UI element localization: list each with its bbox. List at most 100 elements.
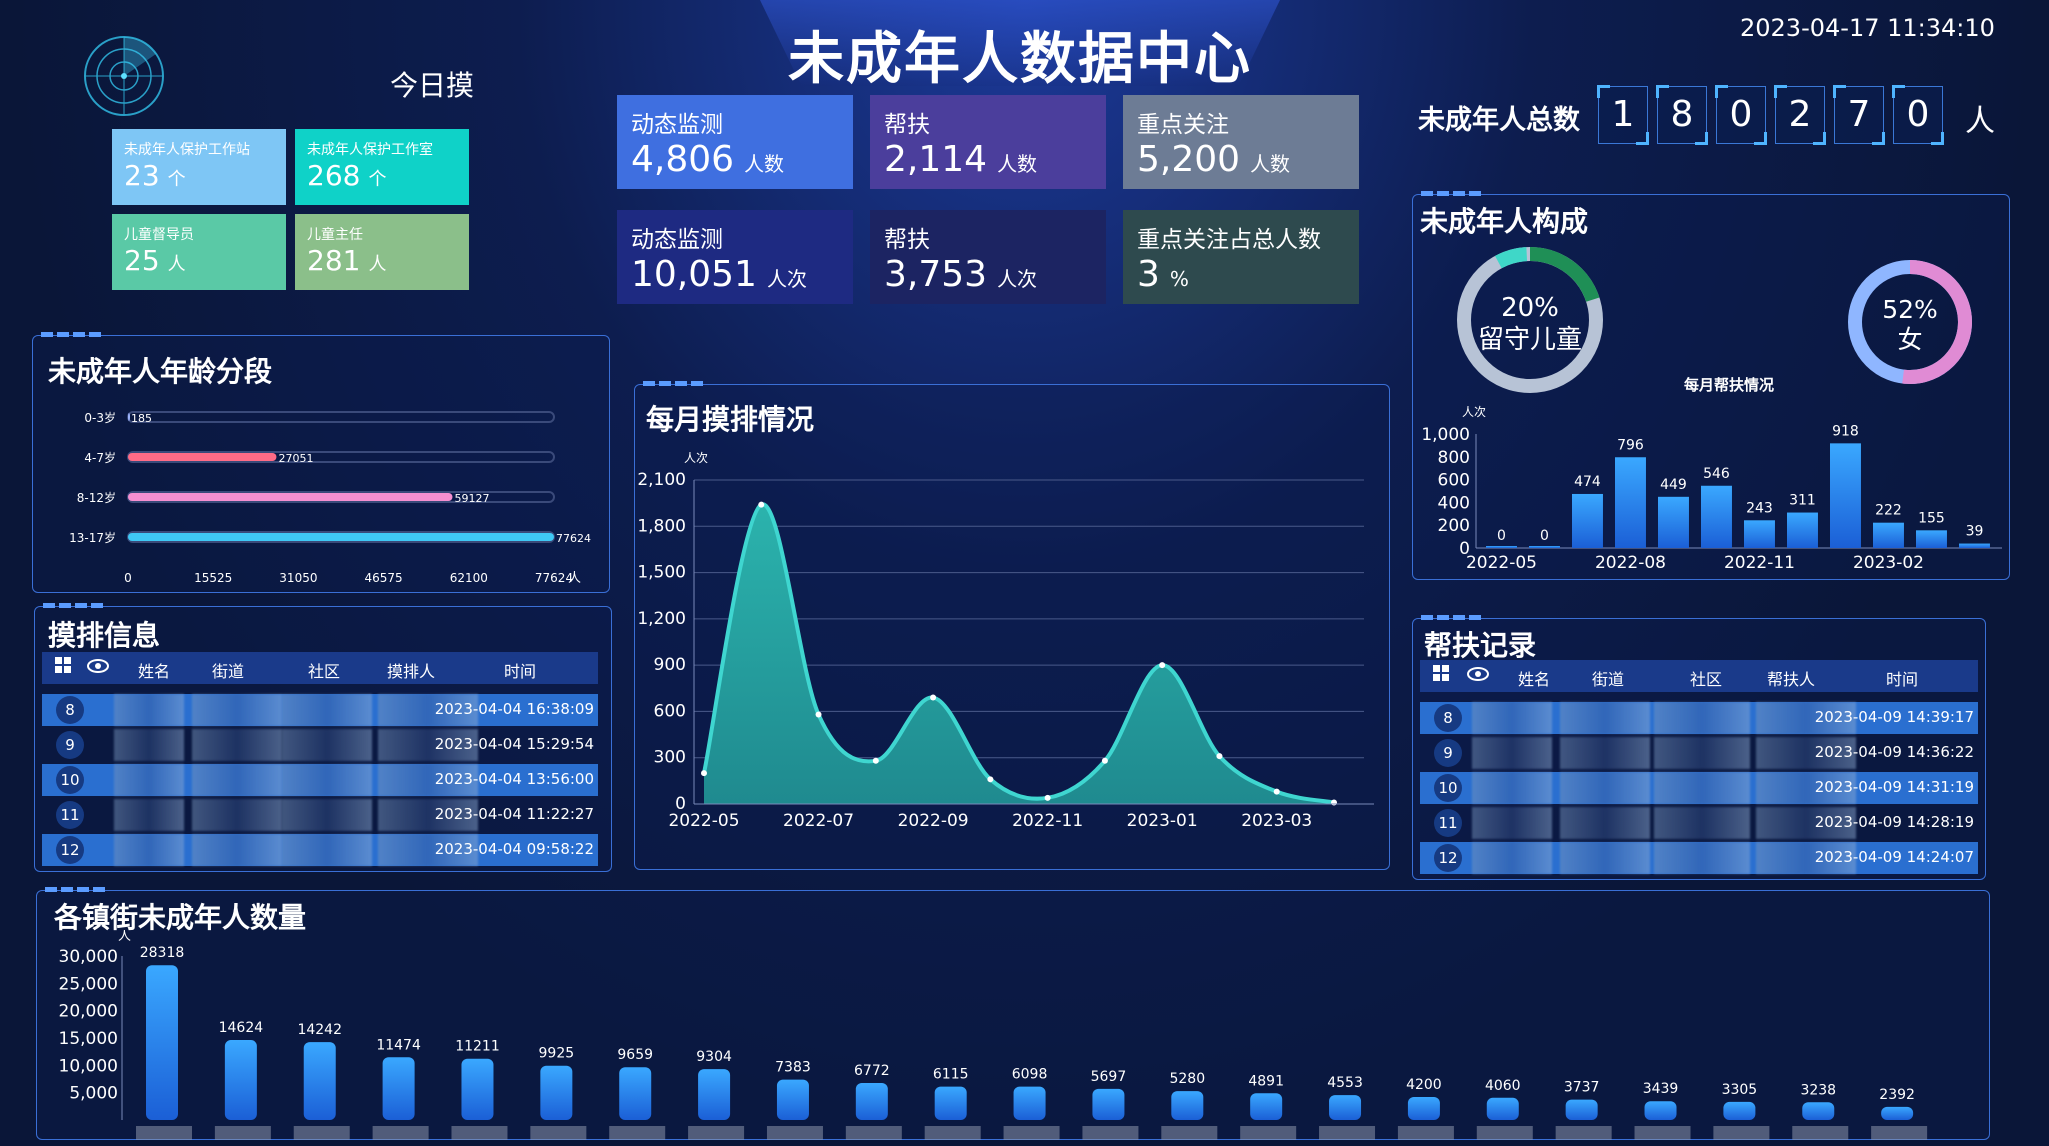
redacted-cell: [192, 729, 282, 761]
street-bar-label: 3238: [1800, 1082, 1836, 1098]
table-row[interactable]: 9 2023-04-09 14:36:22: [1420, 737, 1978, 769]
row-index: 9: [1434, 739, 1462, 767]
table-row[interactable]: 8 2023-04-04 16:38:09: [42, 694, 598, 726]
monthly-x-tick: 2023-03: [1241, 811, 1312, 831]
street-label-redacted: [214, 1126, 271, 1140]
street-y-tick: 15,000: [59, 1029, 118, 1049]
help-chart-unit: 人次: [1462, 405, 1486, 419]
help-bar-label: 155: [1918, 510, 1945, 526]
redacted-cell: [1560, 737, 1650, 769]
street-unit: 人: [118, 930, 131, 944]
monthly-x-tick: 2022-11: [1012, 811, 1083, 831]
help-bar-label: 222: [1875, 503, 1902, 519]
donut1-pct: 20%: [1501, 293, 1559, 323]
street-bar: [1250, 1093, 1283, 1120]
help-y-tick: 1,000: [1421, 425, 1470, 445]
street-bar: [382, 1057, 415, 1120]
help-x-tick: 2023-02: [1853, 553, 1924, 573]
row-index: 11: [1434, 809, 1462, 837]
table-row[interactable]: 9 2023-04-04 15:29:54: [42, 729, 598, 761]
redacted-cell: [114, 729, 184, 761]
total-digit: 1: [1597, 85, 1649, 145]
col-header[interactable]: 姓名: [138, 658, 170, 682]
street-bar-label: 11474: [376, 1037, 421, 1053]
street-bar: [1644, 1101, 1677, 1120]
redacted-cell: [1654, 772, 1750, 804]
help-chart-subtitle: 每月帮扶情况: [1684, 376, 1774, 394]
table-row[interactable]: 12 2023-04-04 09:58:22: [42, 834, 598, 866]
street-bar-label: 6772: [854, 1063, 890, 1079]
help-bar: [1959, 543, 1990, 548]
total-unit: 人: [1965, 104, 1995, 139]
row-index: 8: [1434, 704, 1462, 732]
street-bar-label: 4200: [1406, 1077, 1442, 1093]
table-row[interactable]: 12 2023-04-09 14:24:07: [1420, 842, 1978, 874]
age-unit: 人: [568, 571, 581, 586]
mopai-title: 摸排信息: [48, 619, 161, 652]
monthly-point: [1273, 788, 1280, 795]
redacted-cell: [114, 799, 184, 831]
help-bar-label: 39: [1966, 524, 1984, 540]
help-bar-label: 796: [1617, 437, 1644, 453]
street-bar-label: 6115: [933, 1067, 969, 1083]
redacted-cell: [192, 799, 282, 831]
grid-icon[interactable]: [1432, 664, 1450, 686]
mopai-table-header: 姓名 街道 社区 摸排人 时间: [42, 652, 598, 684]
col-header[interactable]: 社区: [1690, 666, 1722, 690]
age-bar-label: 59127: [454, 492, 489, 505]
eye-icon[interactable]: [86, 658, 110, 678]
street-label-redacted: [293, 1126, 350, 1140]
street-bar: [146, 965, 178, 1120]
row-time: 2023-04-04 15:29:54: [434, 735, 594, 753]
redacted-cell: [192, 694, 282, 726]
col-header[interactable]: 街道: [212, 658, 244, 682]
table-row[interactable]: 8 2023-04-09 14:39:17: [1420, 702, 1978, 734]
row-time: 2023-04-04 13:56:00: [434, 770, 594, 788]
redacted-cell: [1654, 807, 1750, 839]
col-header[interactable]: 街道: [1592, 666, 1624, 690]
col-header[interactable]: 时间: [504, 658, 536, 682]
monthly-y-tick: 2,100: [637, 470, 686, 490]
age-bar: [128, 413, 130, 421]
col-header[interactable]: 帮扶人: [1767, 666, 1815, 690]
col-header[interactable]: 时间: [1886, 666, 1918, 690]
street-chart: 人 5,000 10,000 15,000 20,000 25,000 30,000 2831…: [59, 930, 1928, 1140]
redacted-cell: [1654, 737, 1750, 769]
help-bar-label: 546: [1703, 466, 1730, 482]
street-bar: [461, 1058, 494, 1120]
help-bar-label: 474: [1574, 474, 1601, 490]
table-row[interactable]: 11 2023-04-04 11:22:27: [42, 799, 598, 831]
monthly-chart: 人次03006009001,2001,5001,8002,1002022-05 2…: [637, 451, 1374, 831]
street-bar: [1171, 1091, 1204, 1120]
street-label-redacted: [451, 1126, 508, 1140]
grid-icon[interactable]: [54, 656, 72, 678]
table-row[interactable]: 10 2023-04-04 13:56:00: [42, 764, 598, 796]
street-bar-label: 4553: [1327, 1075, 1363, 1091]
col-header[interactable]: 姓名: [1518, 666, 1550, 690]
col-header[interactable]: 社区: [308, 658, 340, 682]
street-bar-label: 2392: [1879, 1087, 1915, 1103]
age-x-tick: 15525: [194, 571, 232, 585]
help-x-tick: 2022-05: [1466, 553, 1537, 573]
help-y-tick: 800: [1438, 448, 1470, 468]
street-label-redacted: [1161, 1126, 1218, 1140]
street-label-redacted: [1082, 1126, 1139, 1140]
table-row[interactable]: 10 2023-04-09 14:31:19: [1420, 772, 1978, 804]
street-bar-label: 7383: [775, 1060, 811, 1076]
monthly-x-tick: 2023-01: [1127, 811, 1198, 831]
donut2-label: 女: [1897, 325, 1922, 354]
col-header[interactable]: 摸排人: [387, 658, 435, 682]
redacted-cell: [1472, 737, 1552, 769]
street-label-redacted: [1476, 1126, 1533, 1140]
street-label-redacted: [1319, 1126, 1376, 1140]
monthly-unit: 人次: [684, 451, 708, 465]
eye-icon[interactable]: [1466, 666, 1490, 686]
age-chart: 0-3岁 185 4-7岁 27051 8-12岁 59127 13-17岁 77624 0 15…: [69, 410, 591, 586]
street-bar-label: 14242: [297, 1022, 342, 1038]
help-y-tick: 400: [1438, 493, 1470, 513]
age-panel-title: 未成年人年龄分段: [48, 355, 273, 388]
row-index: 12: [1434, 844, 1462, 872]
age-category-label: 4-7岁: [84, 450, 116, 465]
table-row[interactable]: 11 2023-04-09 14:28:19: [1420, 807, 1978, 839]
street-bar-label: 9925: [539, 1046, 575, 1062]
